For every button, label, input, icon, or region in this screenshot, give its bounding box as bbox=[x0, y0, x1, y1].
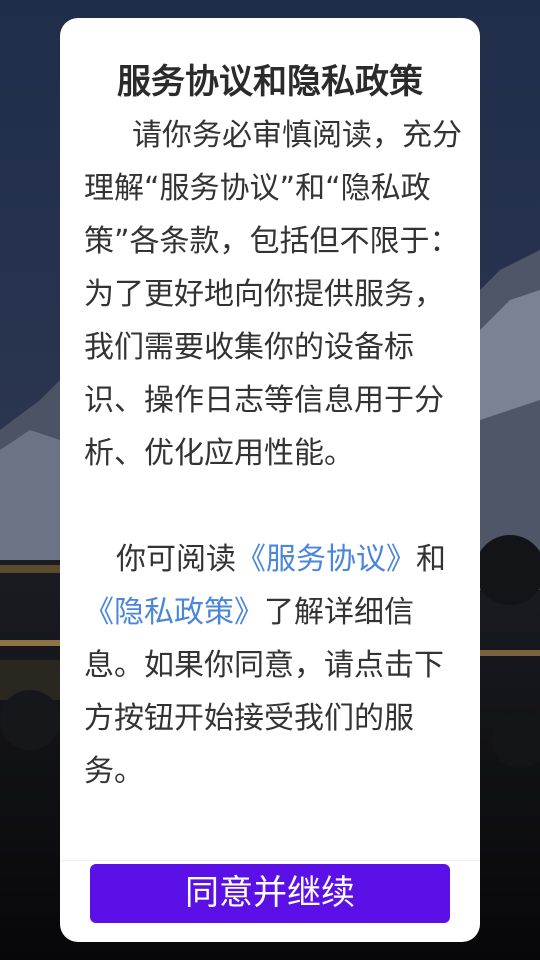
para2-lead-text: 你可阅读 bbox=[116, 542, 236, 577]
divider bbox=[60, 860, 480, 861]
privacy-policy-link[interactable]: 《隐私政策》 bbox=[84, 595, 264, 630]
links-paragraph: 你可阅读《服务协议》和《隐私政策》了解详细信息。如果你同意，请点击下方按钮开始接… bbox=[84, 533, 462, 798]
dialog-body: 请你务必审慎阅读，充分理解“服务协议”和“隐私政策”各条款，包括但不限于：为了更… bbox=[84, 109, 462, 798]
agree-continue-button[interactable]: 同意并继续 bbox=[90, 864, 450, 923]
screen: 服务协议和隐私政策 请你务必审慎阅读，充分理解“服务协议”和“隐私政策”各条款，… bbox=[0, 0, 540, 960]
service-agreement-link[interactable]: 《服务协议》 bbox=[236, 542, 416, 577]
privacy-dialog: 服务协议和隐私政策 请你务必审慎阅读，充分理解“服务协议”和“隐私政策”各条款，… bbox=[60, 18, 480, 942]
para2-and-text: 和 bbox=[416, 542, 446, 577]
dialog-title: 服务协议和隐私政策 bbox=[117, 62, 423, 102]
intro-paragraph: 请你务必审慎阅读，充分理解“服务协议”和“隐私政策”各条款，包括但不限于：为了更… bbox=[84, 118, 462, 471]
